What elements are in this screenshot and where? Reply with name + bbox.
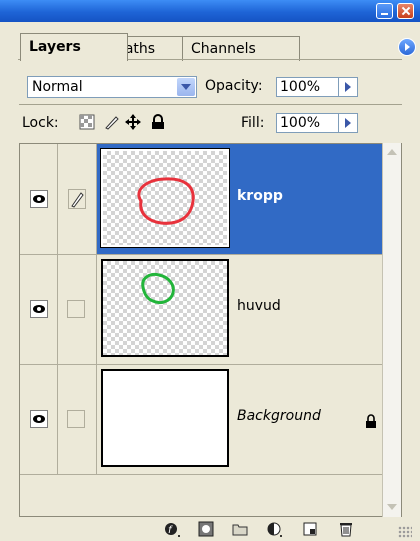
fill-slider-arrow-icon[interactable] [345, 118, 351, 128]
resize-grip-icon[interactable] [398, 526, 412, 538]
layer-thumbnail [101, 259, 229, 357]
panel-menu-icon[interactable] [398, 38, 416, 56]
link-box[interactable] [67, 300, 85, 318]
layer-row-background[interactable]: Background [20, 364, 384, 475]
brush-icon [68, 189, 86, 209]
blend-mode-select[interactable]: Normal [27, 76, 197, 98]
red-stroke-shape [137, 177, 195, 225]
visibility-cell[interactable] [20, 364, 58, 474]
layer-main[interactable]: kropp [97, 144, 384, 254]
layer-mask-icon[interactable] [198, 521, 214, 537]
lock-icon [366, 414, 376, 428]
link-box[interactable] [67, 410, 85, 428]
eye-icon[interactable] [30, 300, 48, 318]
eye-icon[interactable] [30, 410, 48, 428]
visibility-cell[interactable] [20, 144, 58, 254]
fill-value: 100% [280, 115, 321, 131]
chevron-down-icon[interactable] [177, 78, 195, 96]
tab-layers[interactable]: Layers [20, 33, 128, 61]
layer-thumbnail [101, 369, 229, 467]
layer-name: Background [237, 408, 321, 424]
opacity-value: 100% [280, 79, 321, 95]
green-stroke-shape [141, 273, 175, 305]
layer-row-huvud[interactable]: huvud [20, 254, 384, 365]
lock-transparency-icon[interactable] [79, 114, 95, 130]
trash-icon[interactable] [338, 521, 354, 537]
edit-cell[interactable] [58, 144, 97, 254]
opacity-slider-arrow-icon[interactable] [345, 82, 351, 92]
layer-main[interactable]: huvud [97, 254, 384, 364]
opacity-label: Opacity: [205, 78, 263, 94]
layer-thumbnail [100, 148, 230, 248]
lock-label: Lock: [22, 115, 59, 131]
layer-style-icon[interactable]: f [164, 521, 180, 537]
adjustment-layer-icon[interactable] [266, 521, 282, 537]
scroll-down-icon[interactable] [385, 499, 399, 515]
scroll-up-icon[interactable] [385, 145, 399, 161]
layer-name: huvud [237, 298, 281, 314]
divider [19, 104, 402, 105]
opacity-field[interactable]: 100% [276, 77, 358, 97]
tab-label: Channels [191, 41, 256, 57]
tab-label: Layers [29, 39, 81, 55]
layer-name: kropp [237, 188, 283, 204]
blend-mode-value: Normal [32, 79, 83, 95]
link-cell[interactable] [58, 254, 97, 364]
vertical-scrollbar[interactable] [382, 143, 401, 517]
link-cell[interactable] [58, 364, 97, 474]
minimize-button[interactable] [376, 3, 393, 19]
new-group-icon[interactable] [232, 521, 248, 537]
eye-icon[interactable] [30, 190, 48, 208]
layer-main[interactable]: Background [97, 364, 384, 474]
field-separator [338, 78, 339, 96]
lock-all-icon[interactable] [150, 114, 166, 130]
new-layer-icon[interactable] [302, 521, 318, 537]
fill-field[interactable]: 100% [276, 113, 358, 133]
lock-image-pixels-icon[interactable] [104, 114, 120, 130]
lock-position-icon[interactable] [125, 114, 141, 130]
visibility-cell[interactable] [20, 254, 58, 364]
close-button[interactable] [397, 3, 414, 19]
fill-label: Fill: [241, 115, 265, 131]
layer-row-kropp[interactable]: kropp [20, 144, 384, 255]
layer-list: kropp huvud Background [19, 143, 402, 517]
title-bar [0, 0, 420, 22]
field-separator [338, 114, 339, 132]
tab-channels[interactable]: Channels [182, 36, 300, 61]
